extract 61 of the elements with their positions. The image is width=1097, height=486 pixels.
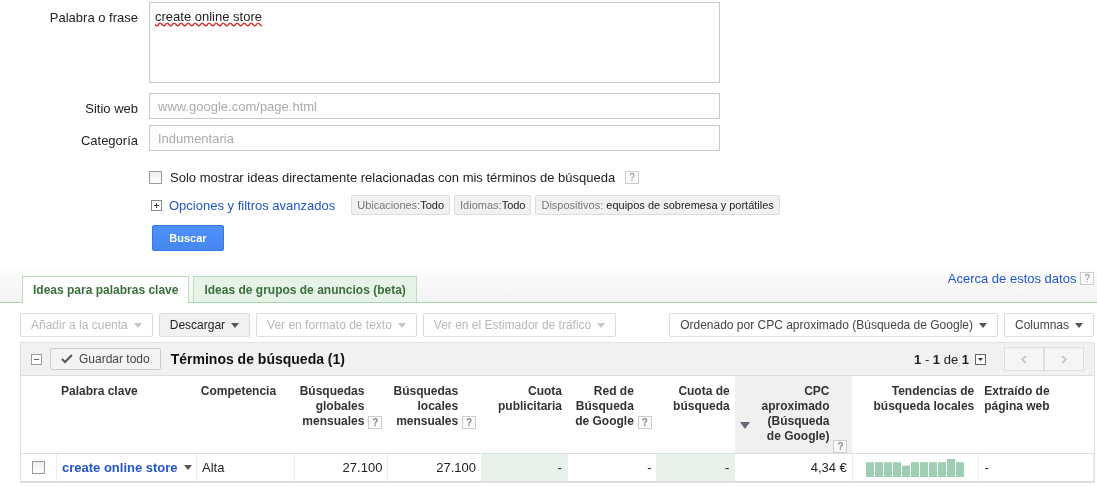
- column-header[interactable]: CPC aproximado (Búsqueda de Google): [753, 384, 830, 444]
- column-header[interactable]: Extraído de página web: [984, 384, 1089, 414]
- phrase-field[interactable]: create online store: [149, 2, 720, 83]
- table-title: Términos de búsqueda (1): [170, 351, 346, 367]
- caret-icon: [597, 322, 606, 328]
- collapse-icon[interactable]: [31, 353, 42, 365]
- column-header[interactable]: Búsquedas locales mensuales: [392, 384, 459, 429]
- caret-icon: [183, 465, 192, 470]
- pagination-text: 1 - 1 de 1: [914, 351, 969, 367]
- save-all-button[interactable]: Guardar todo: [50, 348, 161, 370]
- field-label: Sitio web: [84, 100, 138, 118]
- filter-chip[interactable]: Ubicaciones:Todo: [351, 195, 451, 215]
- about-data-link[interactable]: Acerca de estos datos: [947, 271, 1077, 286]
- tab[interactable]: Ideas de grupos de anuncios (beta): [193, 276, 417, 302]
- category-field[interactable]: Indumentaria: [149, 125, 720, 151]
- expand-icon[interactable]: [151, 199, 162, 211]
- help-icon[interactable]: ?: [637, 416, 652, 429]
- column-header[interactable]: Tendencias de búsqueda locales: [857, 384, 975, 414]
- field-label: Palabra o frase: [48, 9, 138, 27]
- column-header[interactable]: Red de Búsqueda de Google: [572, 384, 634, 429]
- table-cell: -: [647, 460, 652, 475]
- check-icon: [61, 354, 73, 364]
- sort-icon: [739, 422, 750, 429]
- filter-chip[interactable]: Dispositivos: equipos de sobremesa y portátiles: [535, 195, 780, 215]
- column-header[interactable]: Competencia: [200, 384, 289, 399]
- table-cell: -: [557, 460, 562, 475]
- help-icon[interactable]: ?: [462, 416, 477, 429]
- advanced-options-link[interactable]: Opciones y filtros avanzados: [169, 197, 336, 213]
- field-label: Categoría: [79, 132, 138, 150]
- column-header[interactable]: Palabra clave: [61, 384, 191, 399]
- filter-chip[interactable]: Idiomas:Todo: [454, 195, 532, 215]
- table-cell: Alta: [202, 460, 225, 475]
- caret-icon: [397, 322, 406, 328]
- keyword-link[interactable]: create online store: [62, 460, 192, 475]
- column-header[interactable]: Cuota de búsqueda: [661, 384, 730, 414]
- table-cell: 27.100: [342, 460, 383, 475]
- caret-icon: [133, 322, 142, 328]
- help-icon[interactable]: ?: [833, 440, 848, 453]
- website-field[interactable]: www.google.com/page.html: [149, 93, 720, 119]
- dropdown-icon[interactable]: [975, 353, 986, 365]
- table-cell: -: [724, 460, 730, 475]
- help-icon[interactable]: ?: [368, 416, 383, 429]
- checkbox[interactable]: [149, 171, 162, 184]
- checkbox-label: Solo mostrar ideas directamente relacionadas con mis términos de búsqueda: [170, 170, 616, 185]
- table-cell: 4,34 €: [810, 460, 847, 475]
- help-icon[interactable]: ?: [1080, 272, 1094, 285]
- toolbar-button[interactable]: Ordenado por CPC aproximado (Búsqueda de Google): [669, 313, 998, 337]
- caret-icon: [978, 322, 987, 328]
- column-header[interactable]: Cuota publicitaria: [486, 384, 563, 414]
- toolbar-button[interactable]: Columnas: [1003, 313, 1094, 337]
- row-checkbox[interactable]: [32, 461, 45, 474]
- tab[interactable]: Ideas para palabras clave: [22, 276, 190, 303]
- toolbar-button[interactable]: Descargar: [158, 313, 251, 337]
- table-cell: -: [984, 460, 989, 475]
- chevron-left-icon: [1021, 354, 1027, 364]
- column-header[interactable]: Búsquedas globales mensuales: [298, 384, 365, 429]
- table-cell: 27.100: [436, 460, 477, 475]
- caret-icon: [1075, 322, 1083, 328]
- caret-icon: [231, 322, 240, 328]
- chevron-right-icon: [1061, 354, 1067, 364]
- help-icon[interactable]: ?: [625, 171, 639, 184]
